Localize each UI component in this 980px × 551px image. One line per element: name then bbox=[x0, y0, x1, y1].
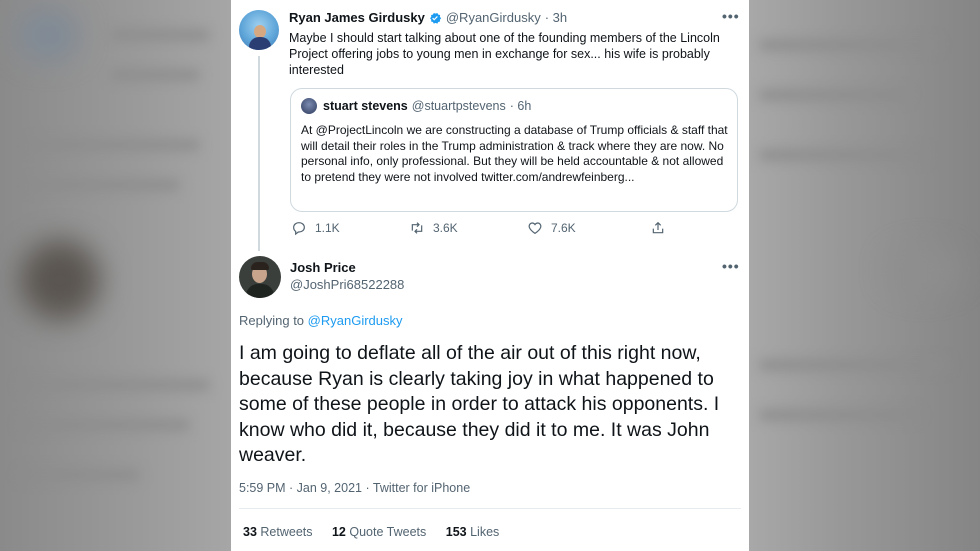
share-button[interactable] bbox=[650, 220, 666, 236]
retweets-stat[interactable]: 33 Retweets bbox=[243, 525, 313, 539]
heart-icon bbox=[528, 222, 542, 235]
replying-prefix: Replying to bbox=[239, 313, 305, 328]
retweet-count: 3.6K bbox=[433, 221, 458, 235]
replying-to-link[interactable]: @RyanGirdusky bbox=[308, 313, 403, 328]
tweet2-stats: 33 Retweets 12 Quote Tweets 153 Likes bbox=[243, 525, 499, 539]
reply-count: 1.1K bbox=[315, 221, 340, 235]
tweet1-action-bar: 1.1K 3.6K 7.6K bbox=[291, 220, 691, 240]
verified-badge-icon bbox=[429, 12, 441, 24]
tweet1-handle[interactable]: @RyanGirdusky bbox=[446, 10, 541, 25]
tweet2-handle[interactable]: @JoshPri68522288 bbox=[290, 277, 404, 292]
tweet1-text: Maybe I should start talking about one o… bbox=[289, 31, 720, 77]
tweet1-author-name[interactable]: Ryan James Girdusky bbox=[289, 10, 425, 25]
quoted-tweet-header: stuart stevens @stuartpstevens · 6h bbox=[301, 98, 531, 114]
divider bbox=[239, 508, 741, 509]
tweet2-text: I am going to deflate all of the air out… bbox=[239, 342, 720, 466]
quote-tweets-stat[interactable]: 12 Quote Tweets bbox=[332, 525, 426, 539]
tweet2-timestamp-source[interactable]: 5:59 PM · Jan 9, 2021 · Twitter for iPho… bbox=[239, 481, 470, 495]
like-button[interactable]: 7.6K bbox=[527, 220, 576, 236]
quoted-author-name: stuart stevens bbox=[323, 99, 408, 113]
reply-button[interactable]: 1.1K bbox=[291, 220, 340, 236]
tweet1-header: Ryan James Girdusky @RyanGirdusky · 3h bbox=[289, 10, 567, 25]
share-icon bbox=[652, 221, 664, 234]
more-dots-icon[interactable]: ••• bbox=[722, 258, 740, 274]
avatar-josh-price[interactable] bbox=[239, 256, 281, 298]
retweet-button[interactable]: 3.6K bbox=[409, 220, 458, 236]
reply-icon bbox=[293, 222, 305, 236]
thread-connector-line bbox=[258, 56, 260, 251]
quoted-handle: @stuartpstevens bbox=[411, 99, 506, 113]
tweet-thread-card: Ryan James Girdusky @RyanGirdusky · 3h •… bbox=[231, 0, 749, 551]
avatar-ryan-girdusky[interactable] bbox=[239, 10, 279, 50]
tweet1-time[interactable]: · 3h bbox=[545, 10, 567, 25]
like-count: 7.6K bbox=[551, 221, 576, 235]
replying-to: Replying to @RyanGirdusky bbox=[239, 313, 403, 328]
blurred-background-right bbox=[749, 0, 980, 551]
blurred-background-left bbox=[0, 0, 231, 551]
quoted-tweet[interactable]: stuart stevens @stuartpstevens · 6h At @… bbox=[290, 88, 738, 212]
quoted-time: · 6h bbox=[509, 99, 532, 113]
likes-stat[interactable]: 153 Likes bbox=[446, 525, 500, 539]
quoted-tweet-text: At @ProjectLincoln we are constructing a… bbox=[301, 123, 728, 184]
tweet2-author-name[interactable]: Josh Price bbox=[290, 260, 356, 275]
avatar-stuart-stevens bbox=[301, 98, 317, 114]
retweet-icon bbox=[411, 222, 423, 234]
more-dots-icon[interactable]: ••• bbox=[722, 8, 740, 24]
